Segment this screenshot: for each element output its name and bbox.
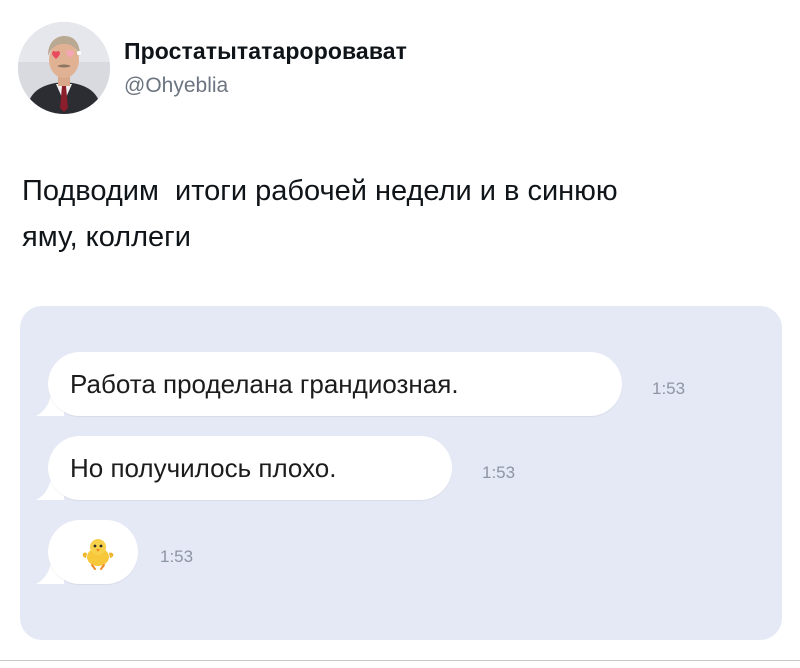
chat-message: Работа проделана грандиозная. 1:53 (20, 352, 782, 416)
hearts-decoration-icon (52, 49, 81, 59)
tweet-card: Простатытатароровават @Ohyeblia Подводим… (0, 0, 800, 668)
author-display-name[interactable]: Простатытатароровават (124, 38, 407, 65)
message-bubble (48, 520, 138, 584)
chat-message: Но получилось плохо. 1:53 (20, 436, 782, 500)
message-bubble: Работа проделана грандиозная. (48, 352, 622, 416)
chat-message: 1:53 (20, 520, 782, 584)
author-handle[interactable]: @Ohyeblia (124, 74, 228, 98)
message-time: 1:53 (160, 547, 194, 566)
attached-chat-image[interactable]: Работа проделана грандиозная. 1:53 Но по… (20, 306, 782, 640)
avatar-photo-icon (18, 22, 110, 114)
avatar[interactable] (18, 22, 110, 114)
message-time: 1:53 (482, 463, 516, 482)
baby-chick-emoji-icon (82, 539, 114, 570)
message-bubble: Но получилось плохо. (48, 436, 452, 500)
message-time: 1:53 (652, 379, 686, 398)
divider (0, 660, 800, 661)
message-text: Но получилось плохо. (70, 453, 337, 483)
tweet-text: Подводим итоги рабочей недели и в синюю … (22, 175, 618, 253)
message-text: Работа проделана грандиозная. (70, 369, 459, 399)
